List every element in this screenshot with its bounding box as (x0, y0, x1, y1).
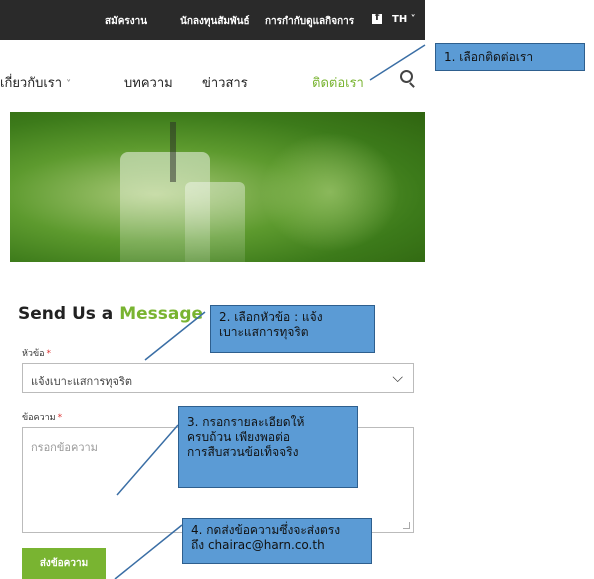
language-selector[interactable]: TH ˅ (392, 14, 416, 25)
callout-step-3: 3. กรอกรายละเอียดให้ ครบถ้วน เพียงพอต่อ … (178, 406, 358, 488)
callout-step-4-line1: 4. กดส่งข้อความซึ่งจะส่งตรง (191, 523, 341, 537)
required-mark: * (46, 349, 52, 359)
topbar-link-corporate-governance[interactable]: การกำกับดูแลกิจการ (265, 14, 354, 29)
callout-step-2: 2. เลือกหัวข้อ : แจ้ง เบาะแสการทุจริต (210, 305, 375, 353)
topbar-link-careers[interactable]: สมัครงาน (105, 14, 147, 29)
form-title: Send Us a Message (18, 304, 203, 324)
nav-item-articles[interactable]: บทความ (124, 72, 173, 93)
main-navigation: เกี่ยวกับเรา ˅ บทความ ข่าวสาร ติดต่อเรา (0, 40, 425, 112)
callout-step-1: 1. เลือกติดต่อเรา (435, 43, 585, 71)
hero-rod-shape (170, 122, 176, 182)
top-utility-bar: สมัครงาน นักลงทุนสัมพันธ์ การกำกับดูแลกิ… (0, 0, 425, 40)
resize-grip-icon[interactable] (403, 522, 410, 529)
search-icon[interactable] (400, 70, 413, 83)
message-label: ข้อความ * (22, 410, 62, 424)
callout-step-2-line2: เบาะแสการทุจริต (219, 325, 309, 339)
callout-step-3-line1: 3. กรอกรายละเอียดให้ (187, 415, 305, 429)
callout-step-3-line3: การสืบสวนข้อเท็จจริง (187, 445, 299, 459)
form-title-main: Send Us a (18, 304, 120, 324)
message-label-text: ข้อความ (22, 413, 56, 423)
subject-label: หัวข้อ * (22, 346, 51, 360)
subject-select-value: แจ้งเบาะแสการทุจริต (31, 375, 133, 388)
callout-step-1-text: 1. เลือกติดต่อเรา (444, 50, 534, 64)
submit-message-button[interactable]: ส่งข้อความ (22, 548, 106, 579)
form-title-accent: Message (119, 304, 204, 324)
nav-item-news[interactable]: ข่าวสาร (202, 72, 248, 93)
hero-blur-shape (260, 132, 400, 252)
facebook-icon[interactable] (372, 12, 382, 24)
callout-step-4-line2: ถึง chairac@harn.co.th (191, 538, 325, 552)
hero-glass-shape-2 (185, 182, 245, 262)
subject-label-text: หัวข้อ (22, 349, 45, 359)
required-mark: * (57, 413, 63, 423)
callout-step-3-line2: ครบถ้วน เพียงพอต่อ (187, 430, 291, 444)
topbar-link-investor-relations[interactable]: นักลงทุนสัมพันธ์ (180, 14, 250, 29)
nav-item-about[interactable]: เกี่ยวกับเรา ˅ (0, 72, 71, 93)
callout-step-2-line1: 2. เลือกหัวข้อ : แจ้ง (219, 310, 323, 324)
nav-item-about-label: เกี่ยวกับเรา (0, 76, 63, 91)
chevron-down-icon: ⌵ (392, 370, 403, 386)
message-placeholder: กรอกข้อความ (31, 441, 98, 454)
callout-line-4 (114, 524, 183, 579)
subject-select[interactable]: แจ้งเบาะแสการทุจริต ⌵ (22, 363, 414, 393)
hero-image (10, 112, 425, 262)
chevron-down-icon: ˅ (66, 79, 72, 90)
nav-item-contact[interactable]: ติดต่อเรา (312, 72, 364, 93)
callout-step-4: 4. กดส่งข้อความซึ่งจะส่งตรง ถึง chairac@… (182, 518, 372, 564)
